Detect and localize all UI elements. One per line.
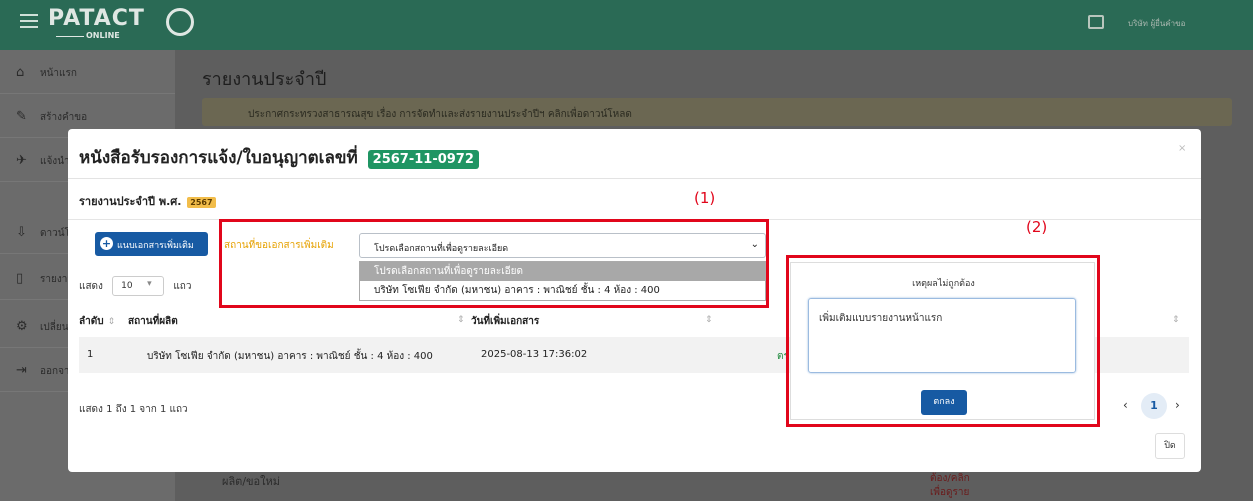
sidebar-item-label: หน้าแรก [40,68,77,79]
logo-text: PATACT [48,6,145,31]
attach-document-label: แนบเอกสารเพิ่มเติม [117,241,194,251]
sort-icon: ⇕ [705,315,713,325]
logo-subtext: ONLINE [86,31,120,40]
modal-title: หนังสือรับรองการแจ้ง/ใบอนุญาตเลขที่ 2567… [79,144,479,171]
page-button[interactable]: 1 [1141,393,1167,419]
cell-date: 2025-08-13 17:36:02 [481,349,588,360]
chevron-down-icon: ▾ [147,279,152,289]
sort-icon: ⇕ [457,315,465,325]
entries-control: แสดง 10 ▾ แถว [79,276,191,296]
bg-footer-red-line2: เพื่อดูราย [930,487,970,498]
sidebar-item-home[interactable]: ⌂ หน้าแรก [0,50,175,94]
entries-select[interactable]: 10 ▾ [112,276,165,296]
chevron-left-icon[interactable]: ‹ [1123,398,1128,412]
cell-no: 1 [87,349,94,360]
attach-document-button[interactable]: + แนบเอกสารเพิ่มเติม [95,232,208,256]
column-site[interactable]: สถานที่ผลิต [128,314,178,329]
seal-icon [166,8,194,36]
column-extra-sort[interactable]: ⇕ [701,314,713,325]
modal-header: หนังสือรับรองการแจ้ง/ใบอนุญาตเลขที่ 2567… [68,129,1201,179]
rows-label: แถว [173,281,192,292]
sort-icon: ⇕ [107,317,116,327]
sort-icon: ⇕ [1172,315,1180,325]
annotation-label-1: (1) [694,189,716,207]
bg-footer-red: ต้อง/คลิก เพื่อดูราย [930,472,970,500]
column-last-sort[interactable]: ⇕ [1168,314,1180,325]
bg-footer-text: ผลิต/ขอใหม่ [222,475,281,488]
column-no-label: ลำดับ [79,316,104,327]
top-navbar: PATACT ONLINE บริษัท ผู้ยื่นคำขอ [0,0,1253,50]
column-date-label: วันที่เพิ่มเอกสาร [471,316,540,327]
annotation-box-1 [219,219,769,308]
bg-footer-red-line1: ต้อง/คลิก [930,473,970,484]
annotation-box-2 [786,255,1100,427]
notification-icon[interactable] [1088,15,1104,29]
menu-toggle-icon[interactable] [20,14,38,28]
pencil-icon: ✎ [16,109,27,124]
cell-site: บริษัท โซเฟีย จำกัด (มหาชน) อาคาร : พาณิ… [147,351,433,362]
plus-icon: + [100,237,113,250]
gear-icon: ⚙ [16,319,28,334]
report-year-label: รายงานประจำปี พ.ศ. [79,195,182,208]
annotation-label-2: (2) [1026,218,1048,236]
column-site-label: สถานที่ผลิต [128,316,178,327]
column-date-sort[interactable]: ⇕ [453,314,465,325]
page-title: รายงานประจำปี [202,69,327,90]
upload-icon: ⇩ [16,225,27,240]
pagination: ‹ 1 › [1123,393,1193,419]
plane-icon: ✈ [16,153,27,168]
close-icon[interactable]: × [1178,143,1186,154]
logo-line [56,36,84,37]
chevron-right-icon[interactable]: › [1175,398,1180,412]
year-badge: 2567 [187,197,216,208]
column-no[interactable]: ลำดับ ⇕ [79,314,115,329]
column-date[interactable]: วันที่เพิ่มเอกสาร [471,314,539,329]
user-name[interactable]: บริษัท ผู้ยื่นคำขอ [1128,17,1185,30]
logout-icon: ⇥ [16,363,27,378]
entries-value: 10 [121,281,133,291]
modal-title-text: หนังสือรับรองการแจ้ง/ใบอนุญาตเลขที่ [79,148,358,168]
announcement-text[interactable]: ประกาศกระทรวงสาธารณสุข เรื่อง การจัดทำแล… [248,107,632,122]
close-button[interactable]: ปิด [1155,433,1185,459]
license-number-badge: 2567-11-0972 [367,150,479,169]
file-icon: ▯ [16,271,24,286]
home-icon: ⌂ [16,65,25,80]
report-year-heading: รายงานประจำปี พ.ศ. 2567 [79,192,216,210]
sidebar-item-label: สร้างคำขอ [40,112,88,123]
table-info: แสดง 1 ถึง 1 จาก 1 แถว [79,404,188,415]
show-label: แสดง [79,281,103,292]
